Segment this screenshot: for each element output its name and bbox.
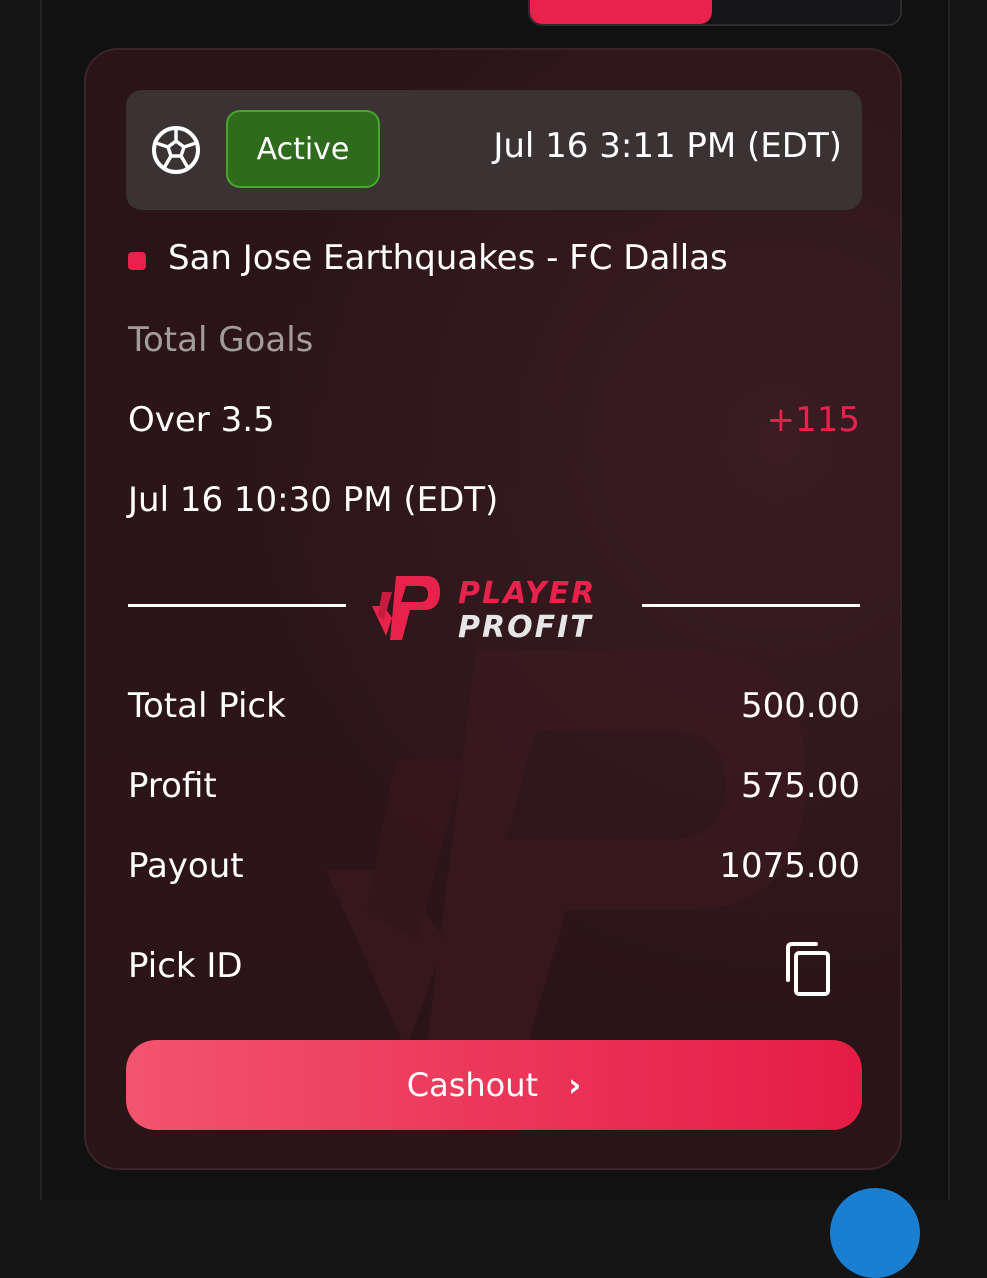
status-badge: Active bbox=[226, 110, 380, 188]
payout-value: 1075.00 bbox=[719, 846, 860, 886]
soccer-ball-icon bbox=[152, 126, 200, 174]
placed-time: Jul 16 3:11 PM (EDT) bbox=[493, 126, 842, 166]
brand-logo: PLAYER PROFIT bbox=[368, 570, 628, 650]
total-pick-label: Total Pick bbox=[128, 686, 286, 726]
bet-slip-card: Active Jul 16 3:11 PM (EDT) San Jose Ear… bbox=[84, 48, 902, 1170]
player-profit-logo-icon bbox=[372, 576, 440, 640]
brand-word-profit: PROFIT bbox=[458, 610, 593, 645]
total-pick-value: 500.00 bbox=[741, 686, 860, 726]
cashout-button[interactable]: Cashout › bbox=[126, 1040, 862, 1130]
divider-right bbox=[642, 604, 860, 607]
odds-value: +115 bbox=[766, 400, 860, 440]
tab-inactive[interactable] bbox=[712, 0, 900, 24]
event-start-time: Jul 16 10:30 PM (EDT) bbox=[128, 480, 499, 520]
cashout-label: Cashout bbox=[406, 1066, 539, 1104]
divider-left bbox=[128, 604, 346, 607]
profit-label: Profit bbox=[128, 766, 217, 806]
live-indicator-dot bbox=[128, 252, 146, 270]
profit-value: 575.00 bbox=[741, 766, 860, 806]
brand-watermark-icon bbox=[326, 650, 806, 1050]
selection-name: Over 3.5 bbox=[128, 400, 275, 440]
chevron-right-icon: › bbox=[568, 1066, 582, 1104]
pick-id-label: Pick ID bbox=[128, 946, 243, 986]
market-name: Total Goals bbox=[128, 320, 314, 360]
tab-active[interactable] bbox=[530, 0, 712, 24]
copy-icon[interactable] bbox=[782, 940, 834, 998]
match-name: San Jose Earthquakes - FC Dallas bbox=[168, 238, 728, 278]
tab-strip bbox=[528, 0, 902, 26]
brand-word-player: PLAYER bbox=[458, 576, 597, 611]
bet-header: Active Jul 16 3:11 PM (EDT) bbox=[126, 90, 862, 210]
payout-label: Payout bbox=[128, 846, 244, 886]
floating-action-button[interactable] bbox=[830, 1188, 920, 1278]
